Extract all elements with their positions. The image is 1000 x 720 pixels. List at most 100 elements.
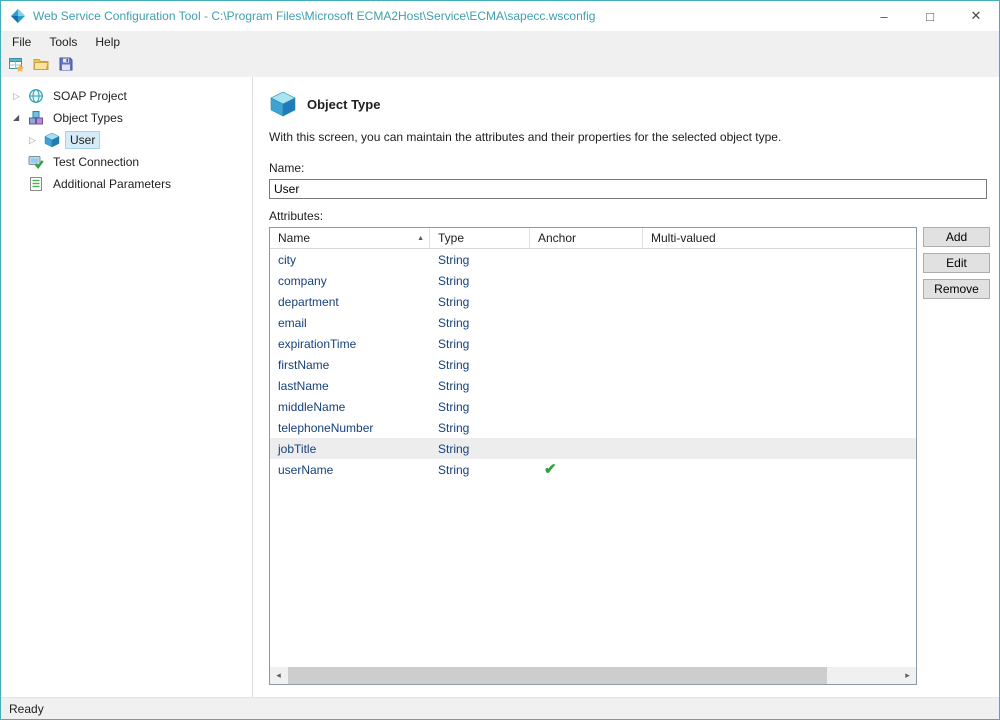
attr-anchor-cell: ✔ — [530, 459, 643, 480]
tree-item-soap-project[interactable]: ▷ SOAP Project — [1, 85, 252, 107]
menu-help[interactable]: Help — [86, 32, 129, 52]
table-row[interactable]: jobTitleString — [270, 438, 916, 459]
attr-name-cell: lastName — [270, 375, 430, 396]
attributes-table-body: cityStringcompanyStringdepartmentStringe… — [270, 249, 916, 684]
remove-button[interactable]: Remove — [923, 279, 990, 299]
table-row[interactable]: cityString — [270, 249, 916, 270]
new-config-icon — [8, 56, 24, 75]
object-type-cube-icon — [44, 132, 60, 148]
content-header: Object Type — [269, 90, 987, 118]
menu-tools[interactable]: Tools — [40, 32, 86, 52]
name-input[interactable] — [269, 179, 987, 199]
attributes-label: Attributes: — [269, 209, 987, 223]
attr-type-cell: String — [430, 249, 530, 270]
tree-item-object-types[interactable]: ◢ Object Types — [1, 107, 252, 129]
add-button[interactable]: Add — [923, 227, 990, 247]
menu-bar: File Tools Help — [1, 31, 999, 53]
open-folder-icon — [33, 56, 49, 75]
scrollbar-track[interactable] — [287, 667, 899, 684]
scrollbar-thumb[interactable] — [288, 667, 827, 684]
attr-anchor-cell — [530, 312, 643, 333]
page-title: Object Type — [307, 97, 380, 112]
column-header-anchor[interactable]: Anchor — [530, 228, 643, 248]
attr-name-cell: department — [270, 291, 430, 312]
column-header-type[interactable]: Type — [430, 228, 530, 248]
soap-project-icon — [28, 88, 44, 104]
status-bar: Ready — [1, 697, 999, 719]
attr-name-cell: middleName — [270, 396, 430, 417]
save-button[interactable] — [55, 54, 77, 76]
horizontal-scrollbar[interactable]: ◂ ▸ — [270, 667, 916, 684]
save-icon — [58, 56, 74, 75]
attr-multivalued-cell — [643, 438, 916, 459]
attr-name-cell: email — [270, 312, 430, 333]
scroll-left-icon[interactable]: ◂ — [270, 667, 287, 684]
attr-type-cell: String — [430, 312, 530, 333]
attr-anchor-cell — [530, 375, 643, 396]
attr-type-cell: String — [430, 270, 530, 291]
attr-name-cell: firstName — [270, 354, 430, 375]
additional-parameters-icon — [28, 176, 44, 192]
table-row[interactable]: userNameString✔ — [270, 459, 916, 480]
tree-item-label: Object Types — [49, 109, 127, 127]
table-actions: Add Edit Remove — [923, 227, 990, 685]
attr-type-cell: String — [430, 417, 530, 438]
tree-item-user[interactable]: ▷ User — [1, 129, 252, 151]
table-row[interactable]: expirationTimeString — [270, 333, 916, 354]
attr-type-cell: String — [430, 438, 530, 459]
title-bar: Web Service Configuration Tool - C:\Prog… — [1, 1, 999, 31]
attr-anchor-cell — [530, 249, 643, 270]
tree-item-label: User — [65, 131, 100, 149]
chevron-right-icon[interactable]: ▷ — [13, 85, 28, 107]
tree-item-label: SOAP Project — [49, 87, 131, 105]
attr-name-cell: expirationTime — [270, 333, 430, 354]
attributes-table: Name ▲ Type Anchor Multi-valued — [269, 227, 917, 685]
tree-item-test-connection[interactable]: Test Connection — [1, 151, 252, 173]
edit-button[interactable]: Edit — [923, 253, 990, 273]
app-window: Web Service Configuration Tool - C:\Prog… — [0, 0, 1000, 720]
tree-item-label: Additional Parameters — [49, 175, 175, 193]
window-title: Web Service Configuration Tool - C:\Prog… — [33, 9, 861, 23]
table-row[interactable]: companyString — [270, 270, 916, 291]
content-panel: Object Type With this screen, you can ma… — [253, 77, 999, 697]
chevron-right-icon[interactable]: ▷ — [29, 129, 44, 151]
object-types-icon — [28, 110, 44, 126]
attr-type-cell: String — [430, 291, 530, 312]
attr-multivalued-cell — [643, 312, 916, 333]
check-icon: ✔ — [538, 462, 557, 477]
tree-item-additional-parameters[interactable]: Additional Parameters — [1, 173, 252, 195]
navigation-tree: ▷ SOAP Project ◢ — [1, 77, 253, 697]
chevron-expanded-icon[interactable]: ◢ — [13, 107, 28, 129]
scroll-right-icon[interactable]: ▸ — [899, 667, 916, 684]
attr-anchor-cell — [530, 270, 643, 291]
attr-multivalued-cell — [643, 354, 916, 375]
new-config-button[interactable] — [5, 54, 27, 76]
sort-asc-icon: ▲ — [417, 235, 424, 242]
table-row[interactable]: lastNameString — [270, 375, 916, 396]
app-icon — [10, 8, 26, 24]
attr-name-cell: company — [270, 270, 430, 291]
attr-multivalued-cell — [643, 291, 916, 312]
table-row[interactable]: telephoneNumberString — [270, 417, 916, 438]
attr-name-cell: city — [270, 249, 430, 270]
column-header-multivalued[interactable]: Multi-valued — [643, 228, 916, 248]
object-type-cube-icon — [269, 90, 297, 118]
table-row[interactable]: departmentString — [270, 291, 916, 312]
open-button[interactable] — [30, 54, 52, 76]
close-button[interactable]: ✕ — [953, 1, 999, 31]
table-row[interactable]: firstNameString — [270, 354, 916, 375]
attr-name-cell: userName — [270, 459, 430, 480]
minimize-button[interactable]: – — [861, 1, 907, 31]
attributes-area: Name ▲ Type Anchor Multi-valued — [269, 227, 987, 685]
attr-multivalued-cell — [643, 375, 916, 396]
table-row[interactable]: middleNameString — [270, 396, 916, 417]
page-description: With this screen, you can maintain the a… — [269, 130, 987, 144]
tree-item-label: Test Connection — [49, 153, 143, 171]
column-header-name[interactable]: Name ▲ — [270, 228, 430, 248]
table-row[interactable]: emailString — [270, 312, 916, 333]
test-connection-icon — [28, 154, 44, 170]
maximize-button[interactable]: □ — [907, 1, 953, 31]
attr-anchor-cell — [530, 291, 643, 312]
status-text: Ready — [9, 702, 44, 716]
menu-file[interactable]: File — [3, 32, 40, 52]
